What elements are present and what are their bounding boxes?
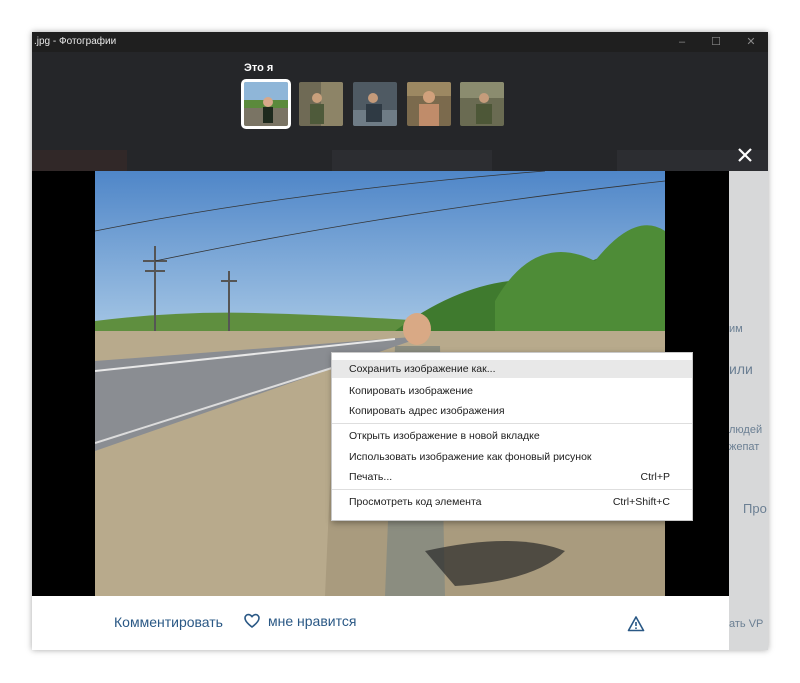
comment-button[interactable]: Комментировать: [114, 614, 223, 630]
menu-separator: [332, 489, 692, 490]
context-menu: Сохранить изображение как... Копировать …: [331, 352, 693, 521]
menu-item-open-in-new-tab[interactable]: Открыть изображение в новой вкладке: [332, 427, 692, 445]
menu-item-label: Открыть изображение в новой вкладке: [349, 430, 540, 442]
report-button[interactable]: [627, 615, 645, 633]
warning-icon: [627, 616, 645, 632]
menu-item-inspect[interactable]: Просмотреть код элемента Ctrl+Shift+C: [332, 493, 692, 511]
background-sidebar: им или людей жепат Про ать VP: [729, 171, 768, 650]
title-bar: .jpg - Фотографии – ☐ ✕: [32, 32, 768, 52]
menu-item-set-as-background[interactable]: Использовать изображение как фоновый рис…: [332, 448, 692, 466]
thumb-3[interactable]: [353, 82, 397, 126]
thumb-2[interactable]: [299, 82, 343, 126]
maximize-button[interactable]: ☐: [699, 32, 733, 52]
menu-item-copy-image-address[interactable]: Копировать адрес изображения: [332, 402, 692, 420]
menu-item-copy-image[interactable]: Копировать изображение: [332, 382, 692, 400]
heart-icon: [244, 613, 260, 629]
menu-item-shortcut: Ctrl+P: [640, 471, 670, 483]
close-viewer-button[interactable]: [735, 145, 755, 165]
like-button[interactable]: мне нравится: [244, 613, 356, 629]
photo-actions-bar: Комментировать мне нравится: [32, 596, 729, 650]
menu-separator: [332, 423, 692, 424]
menu-item-label: Использовать изображение как фоновый рис…: [349, 451, 592, 463]
side-text-2: или: [729, 361, 753, 377]
like-label: мне нравится: [268, 613, 357, 629]
window-title: .jpg - Фотографии: [34, 36, 117, 47]
side-text-3: людей: [729, 424, 763, 436]
menu-item-label: Печать...: [349, 471, 393, 483]
thumb-1[interactable]: [241, 79, 291, 129]
menu-item-label: Просмотреть код элемента: [349, 496, 482, 508]
side-text-4: жепат: [729, 441, 760, 453]
menu-item-label: Копировать изображение: [349, 385, 473, 397]
side-text-1: им: [729, 323, 743, 335]
menu-item-print[interactable]: Печать... Ctrl+P: [332, 468, 692, 486]
menu-item-save-image-as[interactable]: Сохранить изображение как...: [332, 360, 692, 378]
photos-window: .jpg - Фотографии – ☐ ✕ Это я им или люд…: [32, 32, 768, 650]
tags-title: Это я: [244, 62, 274, 74]
menu-item-shortcut: Ctrl+Shift+C: [612, 496, 670, 508]
window-close-button[interactable]: ✕: [734, 32, 768, 52]
thumb-4[interactable]: [407, 82, 451, 126]
menu-item-label: Копировать адрес изображения: [349, 405, 505, 417]
side-text-5: Про: [743, 501, 767, 516]
minimize-button[interactable]: –: [665, 32, 699, 52]
close-icon: [738, 148, 752, 162]
menu-item-label: Сохранить изображение как...: [349, 363, 496, 375]
side-text-6: ать VP: [729, 618, 764, 630]
thumb-5[interactable]: [460, 82, 504, 126]
